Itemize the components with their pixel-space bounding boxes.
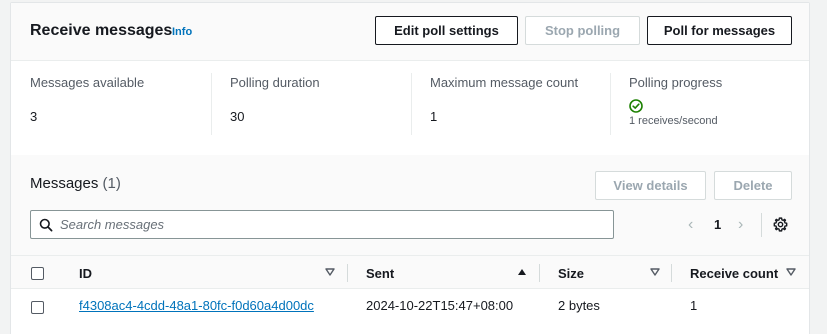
table-row: f4308ac4-4cdd-48a1-80fc-f0d60a4d00dc 202… xyxy=(11,289,809,323)
stat-label: Polling duration xyxy=(230,75,320,90)
search-icon xyxy=(39,218,53,231)
search-box[interactable] xyxy=(30,210,614,239)
table-header: ID Sent Size Receive count xyxy=(11,255,809,289)
current-page-number[interactable]: 1 xyxy=(714,217,721,232)
gear-icon[interactable] xyxy=(773,217,788,232)
stat-value: 1 xyxy=(430,109,438,124)
sort-down-icon[interactable] xyxy=(325,268,335,276)
messages-count: (1) xyxy=(102,175,121,192)
stat-label: Polling progress xyxy=(629,75,723,90)
select-all-checkbox[interactable] xyxy=(31,267,44,280)
search-input[interactable] xyxy=(60,217,600,232)
messages-section: Messages (1) View details Delete ‹ 1 › xyxy=(11,155,809,255)
preferences xyxy=(773,210,788,239)
message-sent: 2024-10-22T15:47+08:00 xyxy=(366,298,514,313)
message-id-link[interactable]: f4308ac4-4cdd-48a1-80fc-f0d60a4d00dc xyxy=(79,298,314,313)
column-header-sent[interactable]: Sent xyxy=(366,266,394,281)
stat-value: 30 xyxy=(230,109,245,124)
column-divider[interactable] xyxy=(671,264,672,282)
stat-polling-duration: Polling duration 30 xyxy=(230,75,320,124)
chevron-left-icon[interactable]: ‹ xyxy=(688,216,693,234)
info-link[interactable]: Info xyxy=(172,26,192,38)
row-checkbox[interactable] xyxy=(31,301,44,314)
stat-messages-available: Messages available 3 xyxy=(30,75,144,124)
receive-messages-panel: Receive messages Info Edit poll settings… xyxy=(10,2,810,334)
column-divider[interactable] xyxy=(539,264,540,282)
stat-value: 3 xyxy=(30,109,38,124)
sort-up-icon[interactable] xyxy=(517,268,527,276)
column-header-id[interactable]: ID xyxy=(79,266,92,281)
column-header-receive-count[interactable]: Receive count xyxy=(690,266,778,281)
view-details-button[interactable]: View details xyxy=(595,171,706,200)
edit-poll-settings-button[interactable]: Edit poll settings xyxy=(375,16,518,45)
message-size: 2 bytes xyxy=(558,298,600,313)
delete-button[interactable]: Delete xyxy=(714,171,792,200)
column-header-size[interactable]: Size xyxy=(558,266,584,281)
pagination: ‹ xyxy=(688,210,693,239)
check-circle-icon xyxy=(629,99,643,113)
message-receive-count: 1 xyxy=(690,298,698,313)
column-divider[interactable] xyxy=(347,264,348,282)
messages-title-text: Messages xyxy=(30,175,99,192)
panel-title: Receive messages xyxy=(30,22,173,39)
stat-label: Maximum message count xyxy=(430,75,579,90)
polling-stats: Messages available 3 Polling duration 30… xyxy=(11,61,809,155)
pagination-current: 1 xyxy=(714,210,721,239)
sort-down-icon[interactable] xyxy=(786,268,796,276)
stat-polling-progress: Polling progress 1 receives/second xyxy=(629,75,722,127)
polling-rate: 1 receives/second xyxy=(629,115,718,127)
stat-label: Messages available xyxy=(30,75,145,90)
messages-title: Messages (1) xyxy=(30,175,121,192)
stat-maximum-message-count: Maximum message count 1 xyxy=(430,75,578,124)
sort-down-icon[interactable] xyxy=(650,268,660,276)
pagination-next: › xyxy=(738,210,743,239)
poll-for-messages-button[interactable]: Poll for messages xyxy=(647,16,792,45)
stop-polling-button[interactable]: Stop polling xyxy=(525,16,640,45)
pagination-divider xyxy=(761,213,762,237)
stat-divider xyxy=(211,73,212,135)
stat-divider xyxy=(610,73,611,135)
stat-divider xyxy=(411,73,412,135)
panel-header: Receive messages Info Edit poll settings… xyxy=(11,3,809,61)
chevron-right-icon[interactable]: › xyxy=(738,216,743,234)
